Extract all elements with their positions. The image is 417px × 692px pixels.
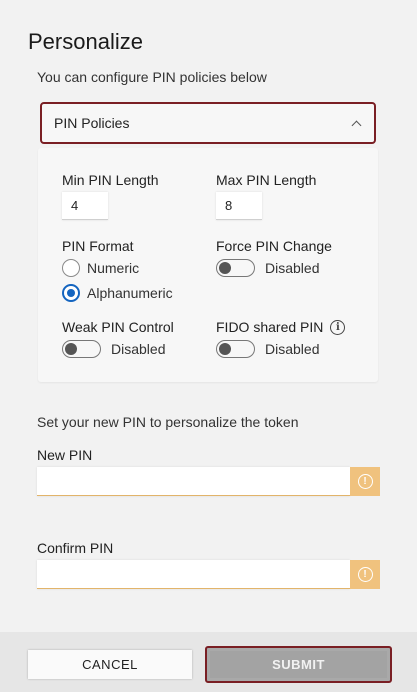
new-pin-warning-box: ! (350, 467, 380, 496)
confirm-pin-warning-box: ! (350, 560, 380, 589)
max-pin-length-label: Max PIN Length (216, 172, 317, 188)
fido-shared-pin-toggle[interactable] (216, 340, 255, 358)
new-pin-field: ! (37, 467, 380, 496)
confirm-pin-input[interactable] (37, 560, 350, 589)
force-pin-change-toggle[interactable] (216, 259, 255, 277)
warning-icon: ! (357, 567, 373, 582)
page-subtitle: You can configure PIN policies below (37, 69, 267, 85)
pin-policies-label: PIN Policies (54, 115, 130, 131)
submit-button[interactable]: SUBMIT (205, 646, 392, 683)
toggle-knob (219, 261, 231, 274)
personalize-instruction: Set your new PIN to personalize the toke… (37, 414, 299, 430)
numeric-option-label: Numeric (87, 260, 140, 276)
weak-pin-control-toggle-row[interactable]: Disabled (62, 340, 165, 358)
personalize-card: Personalize You can configure PIN polici… (0, 0, 417, 632)
confirm-pin-label: Confirm PIN (37, 540, 114, 556)
pin-format-alphanumeric-option[interactable]: Alphanumeric (62, 284, 173, 302)
weak-pin-control-label: Weak PIN Control (62, 319, 174, 335)
toggle-knob (65, 342, 77, 355)
min-pin-length-label: Min PIN Length (62, 172, 159, 188)
pin-format-label: PIN Format (62, 238, 134, 254)
toggle-knob (219, 342, 231, 355)
fido-shared-pin-toggle-row[interactable]: Disabled (216, 340, 319, 358)
weak-pin-control-state: Disabled (111, 341, 166, 357)
pin-policies-panel: Min PIN Length Max PIN Length PIN Format… (38, 148, 378, 382)
fido-shared-pin-label-row: FIDO shared PIN i (216, 319, 346, 335)
dialog-footer: CANCEL SUBMIT (0, 632, 417, 692)
alphanumeric-option-label: Alphanumeric (87, 285, 173, 301)
radio-checked-icon[interactable] (62, 284, 80, 302)
submit-button-label: SUBMIT (210, 651, 387, 678)
weak-pin-control-toggle[interactable] (62, 340, 101, 358)
new-pin-input[interactable] (37, 467, 350, 496)
page-title: Personalize (28, 29, 143, 54)
force-pin-change-label: Force PIN Change (216, 238, 332, 254)
max-pin-length-input[interactable] (216, 192, 262, 220)
pin-policies-accordion-header[interactable]: PIN Policies (40, 102, 376, 144)
info-icon[interactable]: i (330, 319, 346, 335)
warning-icon: ! (357, 474, 373, 489)
radio-unchecked-icon[interactable] (62, 259, 80, 277)
chevron-up-icon[interactable] (351, 120, 362, 130)
confirm-pin-field: ! (37, 560, 380, 589)
cancel-button[interactable]: CANCEL (28, 650, 192, 679)
new-pin-label: New PIN (37, 447, 93, 463)
force-pin-change-state: Disabled (265, 260, 320, 276)
fido-shared-pin-state: Disabled (265, 341, 320, 357)
pin-format-numeric-option[interactable]: Numeric (62, 259, 139, 277)
min-pin-length-input[interactable] (62, 192, 108, 220)
fido-shared-pin-label: FIDO shared PIN (216, 319, 324, 335)
force-pin-change-toggle-row[interactable]: Disabled (216, 259, 319, 277)
